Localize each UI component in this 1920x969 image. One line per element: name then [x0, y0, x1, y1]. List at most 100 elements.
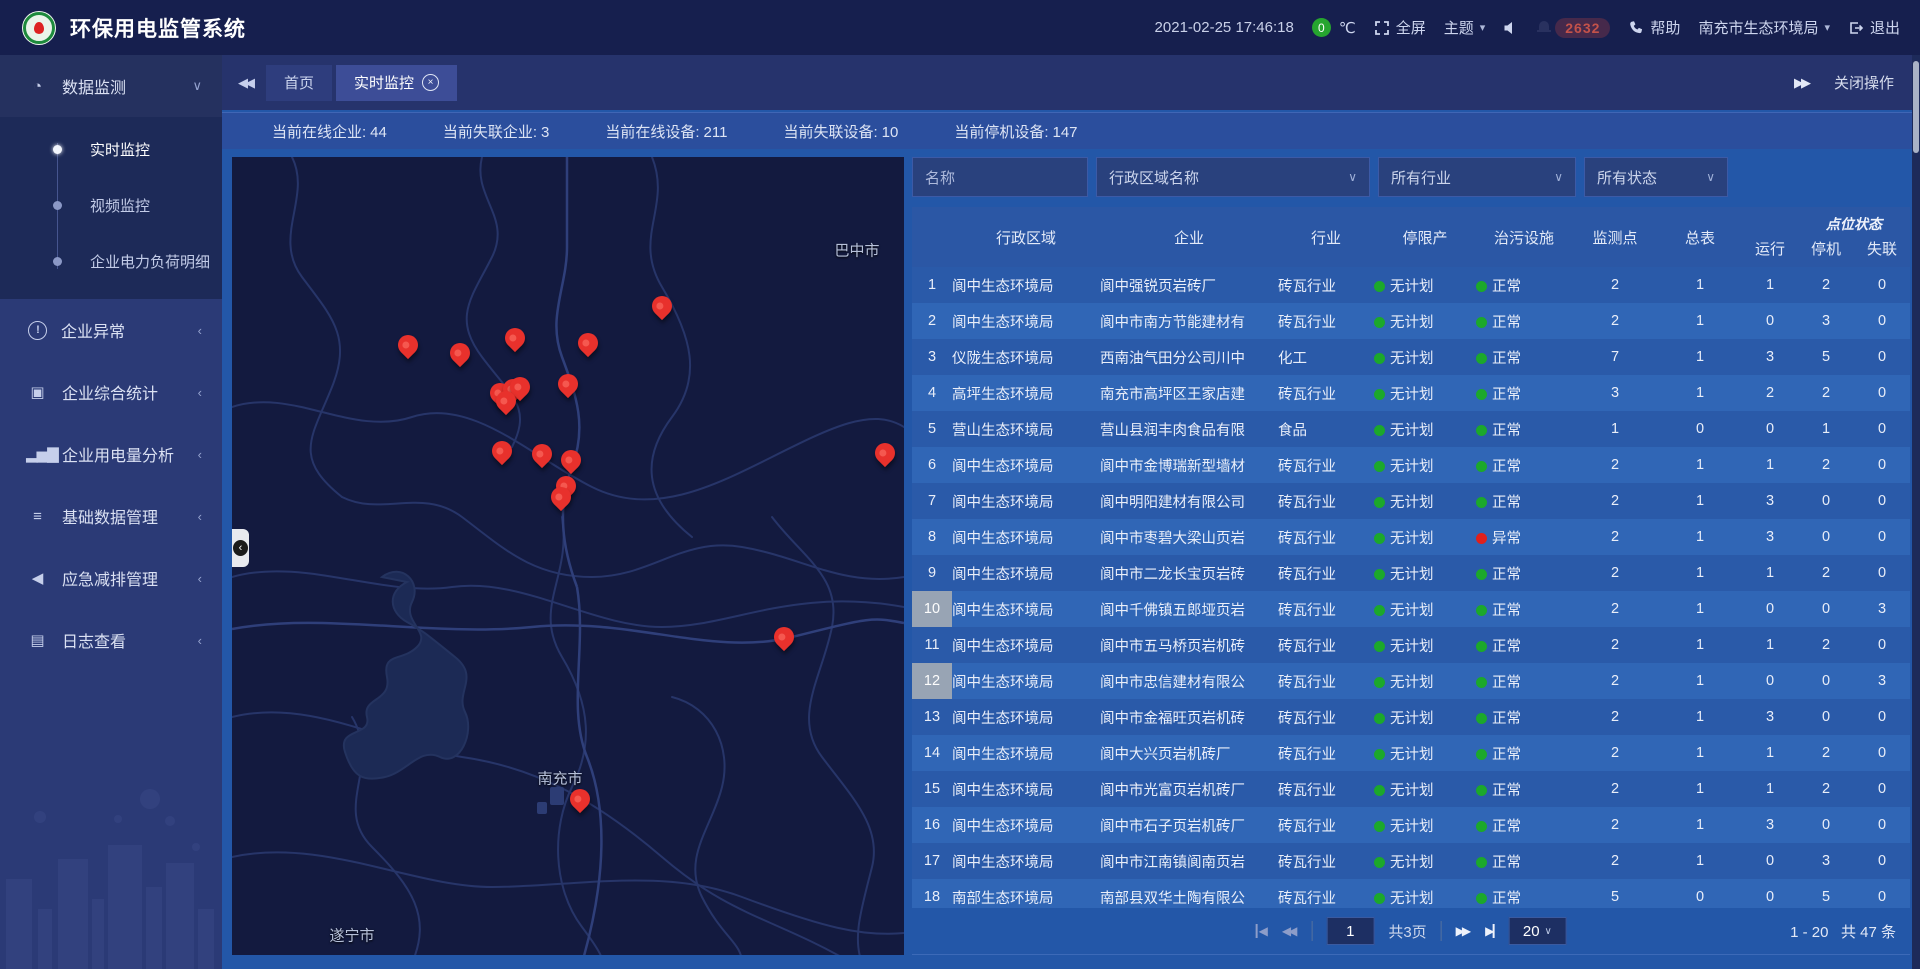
chevron-icon: ∨	[192, 78, 202, 94]
status-select[interactable]: 所有状态 ∨	[1584, 157, 1728, 197]
cell-industry: 砖瓦行业	[1278, 707, 1374, 728]
first-page-button[interactable]: ◀	[1256, 924, 1268, 938]
name-search-input[interactable]: 名称	[912, 157, 1088, 197]
sidebar-collapse-handle[interactable]: ‹	[232, 529, 249, 567]
theme-dropdown[interactable]: 主题 ▾	[1444, 17, 1486, 38]
sidebar-item-企业用电量分析[interactable]: ▂▅▇企业用电量分析‹	[0, 423, 222, 485]
cell-lost: 0	[1854, 529, 1910, 545]
cell-pollution-facility: 正常	[1476, 887, 1572, 908]
prev-page-button[interactable]: ◀◀	[1282, 924, 1297, 938]
chevron-icon: ‹	[198, 385, 202, 400]
next-page-button[interactable]: ▶▶	[1456, 924, 1471, 938]
status-dot-icon	[1476, 605, 1487, 616]
row-index: 10	[912, 591, 952, 627]
row-index: 18	[919, 889, 945, 905]
column-header-治污设施[interactable]: 治污设施	[1476, 207, 1572, 267]
tabs-scroll-left-icon[interactable]: ◀◀	[238, 75, 252, 91]
region-select[interactable]: 行政区域名称 ∨	[1096, 157, 1370, 197]
limit-status-label: 无计划	[1390, 495, 1434, 511]
table-row[interactable]: 11阆中生态环境局阆中市五马桥页岩机砖砖瓦行业无计划正常21120	[912, 627, 1910, 663]
map-panel[interactable]: 巴中市南充市遂宁市 ‹	[232, 157, 904, 955]
sidebar-section-3: ▣企业综合统计‹	[0, 361, 222, 423]
window-scrollbar[interactable]	[1912, 55, 1920, 969]
cell-pollution-facility: 正常	[1476, 563, 1572, 584]
table-row[interactable]: 9阆中生态环境局阆中市二龙长宝页岩砖砖瓦行业无计划正常21120	[912, 555, 1910, 591]
limit-status-label: 无计划	[1390, 531, 1434, 547]
table-row[interactable]: 13阆中生态环境局阆中市金福旺页岩机砖砖瓦行业无计划正常21300	[912, 699, 1910, 735]
sidebar-section-2: !企业异常‹	[0, 299, 222, 361]
sidebar-subitem-视频监控[interactable]: 视频监控	[0, 177, 222, 233]
sidebar-item-企业异常[interactable]: !企业异常‹	[0, 299, 222, 361]
row-index: 2	[919, 313, 945, 329]
sidebar-section-icon: ▤	[26, 631, 48, 649]
map-roads	[232, 157, 904, 955]
cell-stopped: 3	[1798, 853, 1854, 869]
column-header-企业[interactable]: 企业	[1100, 207, 1278, 267]
table-row[interactable]: 6阆中生态环境局阆中市金博瑞新型墙材砖瓦行业无计划正常21120	[912, 447, 1910, 483]
table-row[interactable]: 16阆中生态环境局阆中市石子页岩机砖厂砖瓦行业无计划正常21300	[912, 807, 1910, 843]
table-row[interactable]: 1阆中生态环境局阆中强锐页岩砖厂砖瓦行业无计划正常21120	[912, 267, 1910, 303]
fullscreen-button[interactable]: 全屏	[1374, 17, 1426, 38]
tab-实时监控[interactable]: 实时监控×	[336, 65, 457, 101]
column-header-行业[interactable]: 行业	[1278, 207, 1374, 267]
cell-total-meters: 0	[1658, 421, 1742, 437]
cell-lost: 0	[1854, 493, 1910, 509]
sidebar-subitem-实时监控[interactable]: 实时监控	[0, 121, 222, 177]
column-header-总表[interactable]: 总表	[1658, 207, 1742, 267]
status-dot-icon	[1476, 641, 1487, 652]
sidebar-section-1: ◔数据监测∨实时监控视频监控企业电力负荷明细	[0, 55, 222, 299]
chevron-down-icon: ▾	[1480, 21, 1486, 34]
table-row[interactable]: 5营山生态环境局营山县润丰肉食品有限食品无计划正常10010	[912, 411, 1910, 447]
cell-running: 0	[1742, 853, 1798, 869]
last-page-button[interactable]: ▶	[1485, 924, 1494, 938]
status-dot-icon	[1374, 857, 1385, 868]
table-row[interactable]: 18南部生态环境局南部县双华土陶有限公砖瓦行业无计划正常50050	[912, 879, 1910, 908]
tab-首页[interactable]: 首页	[266, 65, 332, 101]
table-row[interactable]: 12阆中生态环境局阆中市忠信建材有限公砖瓦行业无计划正常21003	[912, 663, 1910, 699]
sidebar-item-日志查看[interactable]: ▤日志查看‹	[0, 609, 222, 671]
cell-company: 阆中明阳建材有限公司	[1100, 491, 1278, 512]
status-dot-icon	[1374, 317, 1385, 328]
status-dot-icon	[1374, 677, 1385, 688]
notification-button[interactable]: 2632	[1537, 18, 1610, 38]
cell-company: 西南油气田分公司川中	[1100, 347, 1278, 368]
column-header-运行[interactable]: 运行	[1742, 207, 1798, 267]
sidebar-subitem-企业电力负荷明细[interactable]: 企业电力负荷明细	[0, 233, 222, 289]
cell-industry: 砖瓦行业	[1278, 671, 1374, 692]
tabs-scroll-right-icon[interactable]: ▶▶	[1794, 75, 1808, 91]
table-row[interactable]: 10阆中生态环境局阆中千佛镇五郎垭页岩砖瓦行业无计划正常21003	[912, 591, 1910, 627]
table-row[interactable]: 7阆中生态环境局阆中明阳建材有限公司砖瓦行业无计划正常21300	[912, 483, 1910, 519]
logout-button[interactable]: 退出	[1848, 17, 1900, 38]
table-row[interactable]: 4高坪生态环境局南充市高坪区王家店建砖瓦行业无计划正常31220	[912, 375, 1910, 411]
table-row[interactable]: 3仪陇生态环境局西南油气田分公司川中化工无计划正常71350	[912, 339, 1910, 375]
table-row[interactable]: 15阆中生态环境局阆中市光富页岩机砖厂砖瓦行业无计划正常21120	[912, 771, 1910, 807]
sidebar-item-应急减排管理[interactable]: ◀应急减排管理‹	[0, 547, 222, 609]
industry-select[interactable]: 所有行业 ∨	[1378, 157, 1576, 197]
tab-close-icon[interactable]: ×	[422, 74, 439, 91]
facility-status-label: 正常	[1492, 459, 1521, 475]
close-operations-button[interactable]: 关闭操作	[1834, 72, 1894, 93]
row-index-cell: 1	[912, 267, 952, 303]
status-dot-icon	[1374, 281, 1385, 292]
facility-status-label: 正常	[1492, 783, 1521, 799]
scrollbar-thumb[interactable]	[1913, 61, 1919, 153]
table-row[interactable]: 14阆中生态环境局阆中大兴页岩机砖厂砖瓦行业无计划正常21120	[912, 735, 1910, 771]
column-header-监测点[interactable]: 监测点	[1572, 207, 1658, 267]
org-dropdown[interactable]: 南充市生态环境局 ▾	[1698, 17, 1830, 38]
table-row[interactable]: 17阆中生态环境局阆中市江南镇阆南页岩砖瓦行业无计划正常21030	[912, 843, 1910, 879]
sidebar-item-数据监测[interactable]: ◔数据监测∨	[0, 55, 222, 117]
table-row[interactable]: 8阆中生态环境局阆中市枣碧大梁山页岩砖瓦行业无计划异常21300	[912, 519, 1910, 555]
page-size-select[interactable]: 20 ∨	[1508, 917, 1566, 945]
speaker-icon	[1503, 20, 1519, 36]
cell-monitor-points: 2	[1572, 601, 1658, 617]
sidebar-item-基础数据管理[interactable]: ≡基础数据管理‹	[0, 485, 222, 547]
cell-running: 0	[1742, 421, 1798, 437]
sidebar-item-企业综合统计[interactable]: ▣企业综合统计‹	[0, 361, 222, 423]
column-header-行政区域[interactable]: 行政区域	[952, 207, 1100, 267]
help-button[interactable]: 帮助	[1628, 17, 1680, 38]
cell-company: 阆中市江南镇阆南页岩	[1100, 851, 1278, 872]
page-number-input[interactable]: 1	[1326, 917, 1374, 945]
table-row[interactable]: 2阆中生态环境局阆中市南方节能建材有砖瓦行业无计划正常21030	[912, 303, 1910, 339]
column-header-停限产[interactable]: 停限产	[1374, 207, 1476, 267]
mute-button[interactable]	[1503, 20, 1519, 36]
